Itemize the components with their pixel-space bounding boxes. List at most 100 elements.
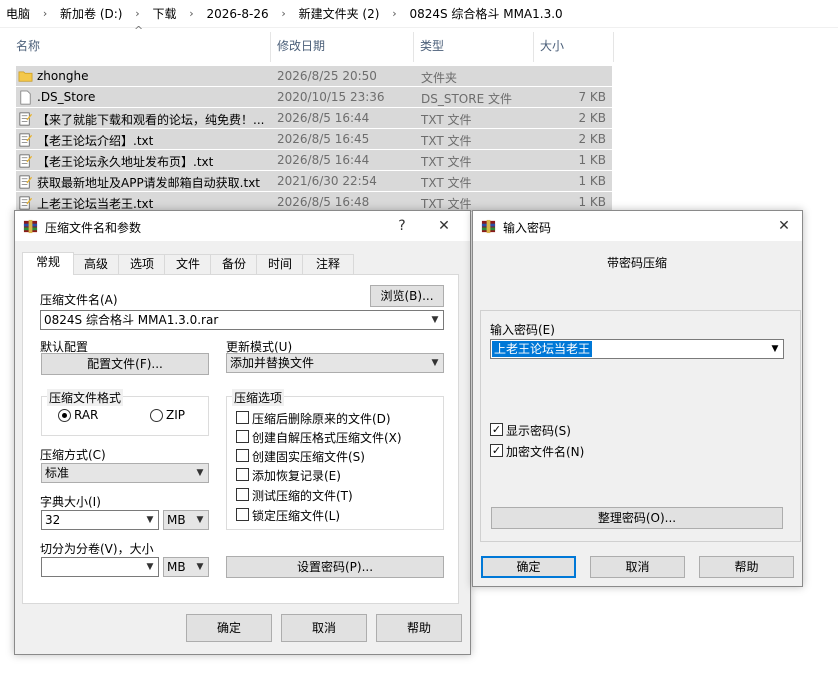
file-row-txt[interactable]: 【老王论坛介绍】.txt 2026/8/5 16:45 TXT 文件 2 KB [16,129,612,150]
enter-password-label: 输入密码(E) [490,323,555,337]
chevron-right-icon[interactable]: › [385,7,403,20]
method-select[interactable]: 标准 ▼ [41,463,209,483]
chevron-right-icon[interactable]: › [183,7,201,20]
tab-backup[interactable]: 备份 [210,254,258,274]
file-size: 1 KB [578,174,606,188]
dict-unit-select[interactable]: MB ▼ [163,510,209,530]
organize-passwords-button[interactable]: 整理密码(O)... [491,507,783,529]
option-checkbox[interactable] [236,449,249,462]
breadcrumb-item[interactable]: 0824S 综合格斗 MMA1.3.0 [403,5,568,22]
option-checkbox[interactable] [236,508,249,521]
close-icon[interactable]: ✕ [772,215,796,237]
file-row-txt[interactable]: 【来了就能下载和观看的论坛，纯免费！... 2026/8/5 16:44 TXT… [16,108,612,129]
option-label[interactable]: 创建固实压缩文件(S) [252,448,365,465]
option-label[interactable]: 创建自解压格式压缩文件(X) [252,429,402,446]
chevron-down-icon[interactable]: ▼ [142,558,158,576]
update-mode-value: 添加并替换文件 [230,356,315,370]
breadcrumb-item[interactable]: 电脑 [0,5,36,22]
tab-time[interactable]: 时间 [256,254,304,274]
profiles-button[interactable]: 配置文件(F)... [41,353,209,375]
chevron-right-icon[interactable]: › [36,7,54,20]
chevron-down-icon[interactable]: ▼ [427,354,443,372]
archive-name-input[interactable]: 0824S 综合格斗 MMA1.3.0.rar ▼ [40,310,444,330]
option-label[interactable]: 添加恢复记录(E) [252,467,341,484]
help-icon[interactable]: ? [390,215,414,237]
password-heading: 带密码压缩 [607,256,668,270]
browse-button[interactable]: 浏览(B)... [370,285,444,307]
show-password-checkbox[interactable]: ✓ [490,423,503,436]
archive-dialog-title: 压缩文件名和参数 [45,221,142,235]
close-icon[interactable]: ✕ [432,215,456,237]
option-label[interactable]: 锁定压缩文件(L) [252,507,340,524]
split-size-input[interactable]: ▼ [41,557,159,577]
chevron-down-icon[interactable]: ▼ [142,511,158,529]
password-help-button[interactable]: 帮助 [699,556,794,578]
option-checkbox[interactable] [236,411,249,424]
file-row-ds-store[interactable]: .DS_Store 2020/10/15 23:36 DS_STORE 文件 7… [16,87,612,108]
text-file-icon [19,154,33,168]
column-header-type[interactable]: 类型 [414,32,534,62]
breadcrumb-item[interactable]: 下载 [146,5,182,22]
format-rar-label[interactable]: RAR [74,408,98,422]
archive-ok-button[interactable]: 确定 [186,614,272,642]
tab-comment[interactable]: 注释 [302,254,354,274]
option-checkbox[interactable] [236,488,249,501]
tab-general[interactable]: 常规 [22,252,74,275]
show-password-label[interactable]: 显示密码(S) [506,422,571,439]
option-checkbox[interactable] [236,430,249,443]
dict-size-value: 32 [45,513,61,527]
option-checkbox[interactable] [236,468,249,481]
breadcrumb-item[interactable]: 2026-8-26 [201,7,275,21]
format-zip-label[interactable]: ZIP [166,408,185,422]
password-dialog-title: 输入密码 [503,221,552,235]
password-cancel-button[interactable]: 取消 [590,556,685,578]
chevron-right-icon[interactable]: › [128,7,146,20]
chevron-down-icon[interactable]: ▼ [427,311,443,329]
compression-options-label: 压缩选项 [232,389,285,406]
archive-dialog-titlebar[interactable]: 压缩文件名和参数 ? ✕ [15,211,470,241]
text-file-icon [19,196,33,210]
tab-files[interactable]: 文件 [164,254,212,274]
file-type: DS_STORE 文件 [421,92,512,106]
archive-name-value: 0824S 综合格斗 MMA1.3.0.rar [44,313,219,327]
password-dialog-titlebar[interactable]: 输入密码 ✕ [473,211,802,241]
option-label[interactable]: 测试压缩的文件(T) [252,487,353,504]
chevron-down-icon[interactable]: ▼ [192,558,208,576]
chevron-right-icon[interactable]: › [275,7,293,20]
encrypt-names-checkbox[interactable]: ✓ [490,444,503,457]
tab-options[interactable]: 选项 [118,254,166,274]
password-input[interactable]: 上老王论坛当老王 ▼ [490,339,784,359]
chevron-down-icon[interactable]: ▼ [192,464,208,482]
folder-icon [18,71,33,82]
file-row-zhonghe[interactable]: zhonghe 2026/8/25 20:50 文件夹 [16,66,612,87]
set-password-button[interactable]: 设置密码(P)... [226,556,444,578]
column-header-name[interactable]: 名称 [10,32,271,62]
file-row-txt[interactable]: 【老王论坛永久地址发布页】.txt 2026/8/5 16:44 TXT 文件 … [16,150,612,171]
file-row-txt[interactable]: 获取最新地址及APP请发邮箱自动获取.txt 2021/6/30 22:54 T… [16,171,612,192]
option-label[interactable]: 压缩后删除原来的文件(D) [252,410,391,427]
password-ok-button[interactable]: 确定 [481,556,576,578]
encrypt-names-label[interactable]: 加密文件名(N) [506,443,584,460]
archive-help-button[interactable]: 帮助 [376,614,462,642]
split-unit-select[interactable]: MB ▼ [163,557,209,577]
file-date: 2021/6/30 22:54 [277,174,377,188]
column-header-date[interactable]: 修改日期 [271,32,414,62]
breadcrumb[interactable]: 电脑 › 新加卷 (D:) › 下载 › 2026-8-26 › 新建文件夹 (… [0,0,838,28]
tab-advanced[interactable]: 高级 [72,254,120,274]
update-mode-select[interactable]: 添加并替换文件 ▼ [226,353,444,373]
breadcrumb-item[interactable]: 新建文件夹 (2) [293,5,386,22]
archive-name-label: 压缩文件名(A) [40,293,118,307]
breadcrumb-item[interactable]: 新加卷 (D:) [54,5,128,22]
column-header-size[interactable]: 大小 [534,32,614,62]
dict-size-input[interactable]: 32 ▼ [41,510,159,530]
dict-size-label: 字典大小(I) [40,495,101,509]
chevron-down-icon[interactable]: ▼ [192,511,208,529]
file-name: 【来了就能下载和观看的论坛，纯免费！... [37,113,265,127]
file-type: 文件夹 [421,71,458,85]
file-date: 2026/8/25 20:50 [277,69,377,83]
format-zip-radio[interactable] [150,409,163,422]
winrar-icon [481,219,496,234]
archive-cancel-button[interactable]: 取消 [281,614,367,642]
chevron-down-icon[interactable]: ▼ [767,340,783,358]
format-rar-radio[interactable] [58,409,71,422]
